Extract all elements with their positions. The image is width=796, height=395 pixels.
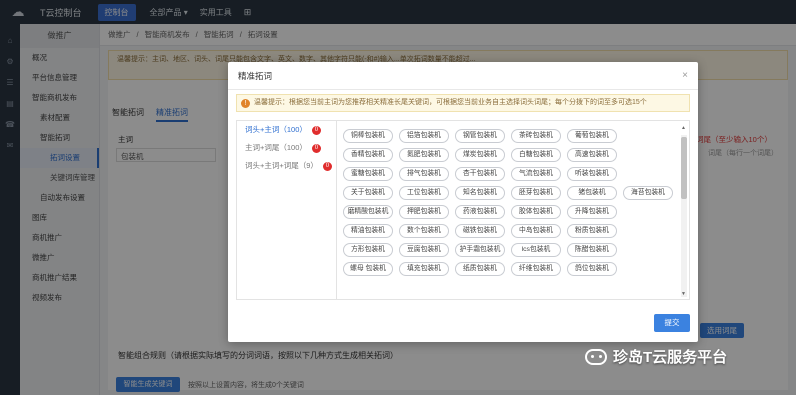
keyword-chip[interactable]: 数个包装机 [399,224,449,238]
group-label: 词头+主词+词尾（9） [245,161,318,170]
keyword-chip[interactable]: 听装包装机 [567,167,617,181]
group-item[interactable]: 词头+主词（100） 0 [237,121,336,139]
keyword-chip[interactable]: 胶体包装机 [511,205,561,219]
group-item[interactable]: 主词+词尾（100） 0 [237,139,336,157]
keyword-chip[interactable]: 填充包装机 [399,262,449,276]
keyword-chip[interactable]: 白糖包装机 [511,148,561,162]
group-label: 主词+词尾（100） [245,143,307,152]
scrollbar-thumb[interactable] [681,137,687,199]
scrollbar[interactable] [681,135,687,297]
modal-warning-text: 温馨提示：根据您当前主词为您推荐相关精准长尾关键词，可根据您当前业务自主选择词头… [254,99,647,106]
group-label: 词头+主词（100） [245,125,307,134]
submit-button[interactable]: 提交 [654,314,690,332]
scroll-down-icon[interactable]: ▼ [681,291,686,297]
keyword-chip[interactable]: 螺母 包装机 [343,262,393,276]
keyword-chip[interactable]: 排气包装机 [399,167,449,181]
group-count-badge: 0 [311,125,321,135]
modal-header: 精准拓词 × [228,62,698,90]
watermark-text: 珍岛T云服务平台 [613,349,728,366]
keyword-chip-grid: 铜棒包装机 铝箔包装机 钢管包装机 茶砖包装机 葡萄包装机香精包装机 氮肥包装机 煤炭包装机… [343,129,677,295]
keyword-chip[interactable]: 杏干包装机 [455,167,505,181]
modal-title: 精准拓词 [238,71,273,81]
keyword-chip[interactable]: 香精包装机 [343,148,393,162]
keyword-chip[interactable]: 钢管包装机 [455,129,505,143]
group-count-badge: 0 [322,161,332,171]
group-list: 词头+主词（100） 0 主词+词尾（100） 0 词头+主词+词尾（9） 0 [237,121,337,299]
keyword-chip[interactable]: 铝箔包装机 [399,129,449,143]
keyword-chip[interactable]: 猪包装机 [567,186,617,200]
keyword-chip[interactable]: 茶砖包装机 [511,129,561,143]
group-count-badge: 0 [311,143,321,153]
keyword-chip[interactable]: 工位包装机 [399,186,449,200]
keyword-chip[interactable]: 药液包装机 [455,205,505,219]
keyword-chip[interactable]: 铜棒包装机 [343,129,393,143]
keyword-chip[interactable]: 豆腐包装机 [399,243,449,257]
warning-icon: ! [241,98,250,108]
keyword-chip[interactable]: 蜜糖包装机 [343,167,393,181]
keyword-chip[interactable]: 知名包装机 [455,186,505,200]
scroll-up-icon[interactable]: ▲ [681,125,686,131]
keyword-chip[interactable]: 纸质包装机 [455,262,505,276]
modal-body: 词头+主词（100） 0 主词+词尾（100） 0 词头+主词+词尾（9） 0 铜棒包装机… [236,120,690,300]
precise-expand-modal: 精准拓词 × ! 温馨提示：根据您当前主词为您推荐相关精准长尾关键词，可根据您当… [228,62,698,342]
keyword-chip[interactable]: 纤维包装机 [511,262,561,276]
keyword-chip[interactable]: 升降包装机 [567,205,617,219]
keyword-chip[interactable]: 高速包装机 [567,148,617,162]
keyword-chip[interactable]: 精油包装机 [343,224,393,238]
group-item[interactable]: 词头+主词+词尾（9） 0 [237,157,336,175]
keyword-chip[interactable]: 海苔包装机 [623,186,673,200]
keyword-chip[interactable]: 磨精酸包装机 [343,205,393,219]
watermark: 珍岛T云服务平台 [585,346,727,367]
keyword-chip[interactable]: 葡萄包装机 [567,129,617,143]
keyword-chip[interactable]: 关于包装机 [343,186,393,200]
keyword-chip[interactable]: 粉质包装机 [567,224,617,238]
close-icon[interactable]: × [682,62,688,90]
keyword-chip[interactable]: 磁铁包装机 [455,224,505,238]
keyword-chip[interactable]: 气流包装机 [511,167,561,181]
keyword-chip[interactable]: 煤炭包装机 [455,148,505,162]
keyword-chip[interactable]: 胚芽包装机 [511,186,561,200]
modal-warning: ! 温馨提示：根据您当前主词为您推荐相关精准长尾关键词，可根据您当前业务自主选择… [236,94,690,112]
keyword-chip[interactable]: 陈醋包装机 [567,243,617,257]
wechat-icon [585,348,607,365]
keyword-chip[interactable]: 护手霜包装机 [455,243,505,257]
keyword-chip[interactable]: lcs包装机 [511,243,561,257]
keyword-chip[interactable]: 中岛包装机 [511,224,561,238]
keyword-chip[interactable]: 方形包装机 [343,243,393,257]
keyword-chip[interactable]: 氮肥包装机 [399,148,449,162]
keyword-chip[interactable]: 押肥包装机 [399,205,449,219]
keyword-chip[interactable]: 鸽位包装机 [567,262,617,276]
